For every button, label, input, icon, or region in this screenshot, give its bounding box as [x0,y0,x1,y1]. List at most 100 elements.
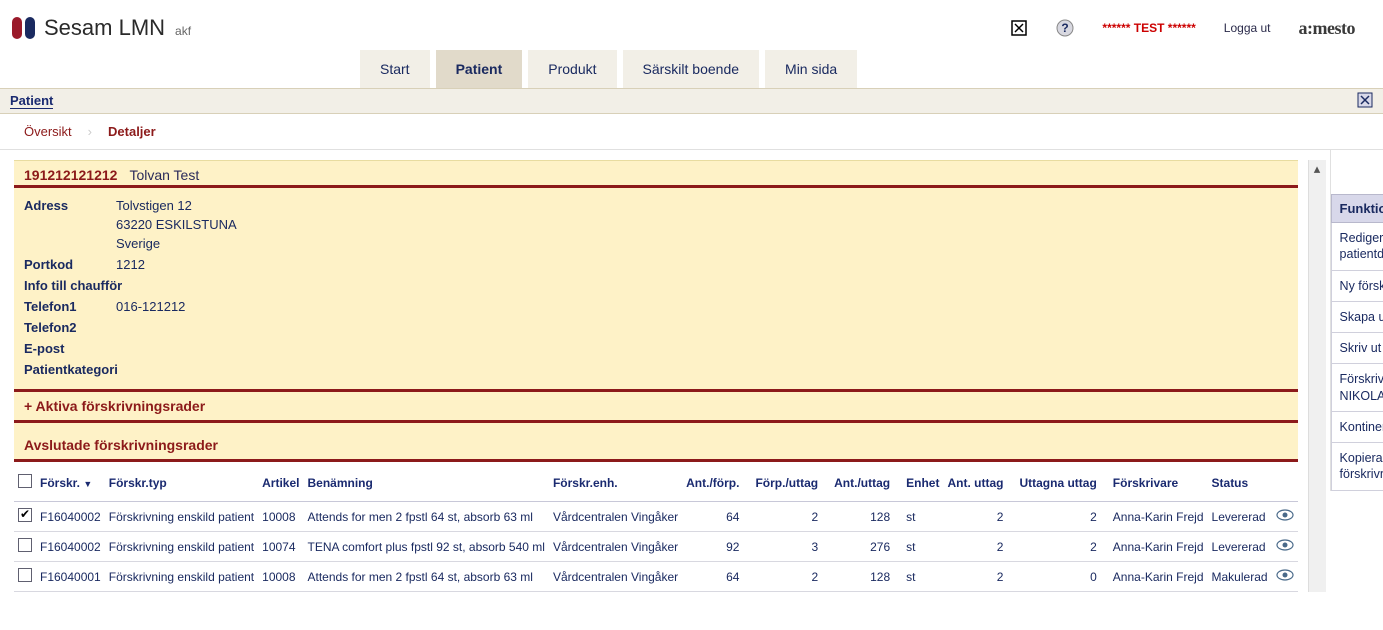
context-bar: Patient [0,88,1383,114]
breadcrumb-oversikt[interactable]: Översikt [24,124,72,139]
table-row: F16040001Förskrivning enskild patient100… [14,562,1298,592]
section-aktiva[interactable]: + Aktiva förskrivningsrader [14,392,1298,423]
tab-produkt[interactable]: Produkt [528,50,616,88]
cell-enhet: st [902,562,943,592]
tab-sarskilt-boende[interactable]: Särskilt boende [623,50,760,88]
col-antuttag[interactable]: Ant./uttag [830,468,902,502]
fn-kontinenskort[interactable]: Kontinenskort [1331,412,1383,443]
breadcrumb: Översikt › Detaljer [0,114,1383,150]
tel2-label: Telefon2 [24,320,116,335]
cell-antuttag2: 2 [943,532,1015,562]
fn-ny-forskrivning[interactable]: Ny förskrivning [1331,271,1383,302]
cell-antuttag2: 2 [943,562,1015,592]
fn-skriv-ut[interactable]: Skriv ut [1331,333,1383,364]
col-artikel[interactable]: Artikel [258,468,303,502]
close-box-icon[interactable] [1010,19,1028,37]
left-pane: 191212121212 Tolvan Test Adress Tolvstig… [0,150,1330,592]
col-forskrivare[interactable]: Förskrivare [1109,468,1208,502]
cell-enhet: st [902,502,943,532]
close-context-icon[interactable] [1357,92,1373,111]
chauffor-label: Info till chaufför [24,278,164,293]
view-row-icon[interactable] [1276,540,1294,554]
breadcrumb-detaljer[interactable]: Detaljer [108,124,156,139]
cell-enh: Vårdcentralen Vingåker [549,532,682,562]
tel1-label: Telefon1 [24,299,116,314]
app-sub: akf [175,24,191,38]
col-benamning[interactable]: Benämning [304,468,549,502]
tab-start[interactable]: Start [360,50,430,88]
patient-header: 191212121212 Tolvan Test [14,160,1298,188]
col-antuttag2[interactable]: Ant. uttag [943,468,1015,502]
section-avslutade[interactable]: Avslutade förskrivningsrader [14,423,1298,462]
portkod-label: Portkod [24,257,116,272]
fn-forskrivarstod[interactable]: Förskrivarstöd - NIKOLA [1331,364,1383,412]
fn-redigera-patientdata[interactable]: Redigera patientdata [1331,223,1383,271]
top-bar: Sesam LMN akf ? ****** TEST ****** Logga… [0,0,1383,50]
select-all-checkbox[interactable] [18,474,32,488]
vertical-scrollbar[interactable]: ▴ [1308,160,1326,592]
cell-antuttag2: 2 [943,502,1015,532]
test-label: ****** TEST ****** [1102,21,1195,35]
adress-line2: 63220 ESKILSTUNA [116,217,1288,232]
scroll-up-icon[interactable]: ▴ [1309,160,1326,178]
cell-artikel: 10074 [258,532,303,562]
logo-block: Sesam LMN akf [10,15,191,41]
content-wrap: 191212121212 Tolvan Test Adress Tolvstig… [0,150,1383,592]
row-checkbox[interactable] [18,538,32,552]
adress-line1: Tolvstigen 12 [116,198,192,213]
table-row: F16040002Förskrivning enskild patient100… [14,502,1298,532]
col-uttagna[interactable]: Uttagna uttag [1015,468,1108,502]
cell-forskrivare: Anna-Karin Frejd [1109,532,1208,562]
adress-line3: Sverige [116,236,1288,251]
fn-kopiera-rader[interactable]: Kopiera förskrivningsrader [1331,443,1383,491]
col-forskr[interactable]: Förskr. ▼ [36,468,105,502]
row-checkbox[interactable] [18,568,32,582]
help-icon[interactable]: ? [1056,19,1074,37]
fn-skapa-uttag[interactable]: Skapa uttag [1331,302,1383,333]
row-checkbox[interactable] [18,508,32,522]
col-antforp[interactable]: Ant./förp. [682,468,751,502]
cell-typ: Förskrivning enskild patient [105,562,258,592]
col-forskrtyp[interactable]: Förskr.typ [105,468,258,502]
col-enhet[interactable]: Enhet [902,468,943,502]
function-panel: Funktion Redigera patientdata Ny förskri… [1330,150,1383,491]
cell-status: Levererad [1208,532,1272,562]
patient-id: 191212121212 [24,167,117,183]
vendor-label: a:mesto [1299,18,1355,39]
chevron-right-icon: › [88,124,92,139]
cell-antforp: 64 [682,562,751,592]
col-forskrenh[interactable]: Förskr.enh. [549,468,682,502]
portkod-value: 1212 [116,257,145,272]
view-row-icon[interactable] [1276,510,1294,524]
cell-benamning: Attends for men 2 fpstl 64 st, absorb 63… [304,502,549,532]
cell-antforp: 64 [682,502,751,532]
cell-forputtag: 2 [751,502,830,532]
cell-antforp: 92 [682,532,751,562]
col-status[interactable]: Status [1208,468,1272,502]
cell-typ: Förskrivning enskild patient [105,502,258,532]
cell-forputtag: 3 [751,532,830,562]
cell-artikel: 10008 [258,502,303,532]
cell-forskr: F16040001 [36,562,105,592]
cell-enh: Vårdcentralen Vingåker [549,562,682,592]
tab-min-sida[interactable]: Min sida [765,50,857,88]
cell-forputtag: 2 [751,562,830,592]
col-forputtag[interactable]: Förp./uttag [751,468,830,502]
cell-enhet: st [902,532,943,562]
tel1-value: 016-121212 [116,299,185,314]
cell-antuttag: 128 [830,502,902,532]
view-row-icon[interactable] [1276,570,1294,584]
table-header-row: Förskr. ▼ Förskr.typ Artikel Benämning F… [14,468,1298,502]
cell-artikel: 10008 [258,562,303,592]
top-right: ? ****** TEST ****** Logga ut a:mesto [1010,18,1363,39]
cell-antuttag: 128 [830,562,902,592]
function-header: Funktion [1331,194,1383,223]
logout-link[interactable]: Logga ut [1224,21,1271,35]
patient-info-panel: Adress Tolvstigen 12 63220 ESKILSTUNA Sv… [14,188,1298,392]
kategori-label: Patientkategori [24,362,144,377]
tab-patient[interactable]: Patient [436,50,523,88]
context-title[interactable]: Patient [10,93,53,109]
cell-enh: Vårdcentralen Vingåker [549,502,682,532]
cell-forskrivare: Anna-Karin Frejd [1109,502,1208,532]
cell-forskrivare: Anna-Karin Frejd [1109,562,1208,592]
